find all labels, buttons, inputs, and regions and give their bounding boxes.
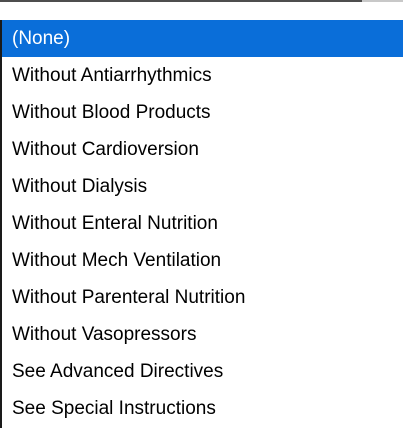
- dropdown-border-top: [0, 0, 362, 2]
- option-without-vasopressors[interactable]: Without Vasopressors: [2, 316, 403, 353]
- option-without-antiarrhythmics[interactable]: Without Antiarrhythmics: [2, 57, 403, 94]
- option-see-advanced-directives[interactable]: See Advanced Directives: [2, 353, 403, 390]
- option-without-cardioversion[interactable]: Without Cardioversion: [2, 131, 403, 168]
- option-see-special-instructions[interactable]: See Special Instructions: [2, 390, 403, 427]
- option-without-blood-products[interactable]: Without Blood Products: [2, 94, 403, 131]
- option-without-dialysis[interactable]: Without Dialysis: [2, 168, 403, 205]
- option-none[interactable]: (None): [2, 20, 403, 57]
- option-without-enteral-nutrition[interactable]: Without Enteral Nutrition: [2, 205, 403, 242]
- dropdown-border-right-gap: [362, 0, 403, 2]
- dropdown-option-list[interactable]: (None) Without Antiarrhythmics Without B…: [0, 20, 403, 428]
- option-without-mech-ventilation[interactable]: Without Mech Ventilation: [2, 242, 403, 279]
- option-without-parenteral-nutrition[interactable]: Without Parenteral Nutrition: [2, 279, 403, 316]
